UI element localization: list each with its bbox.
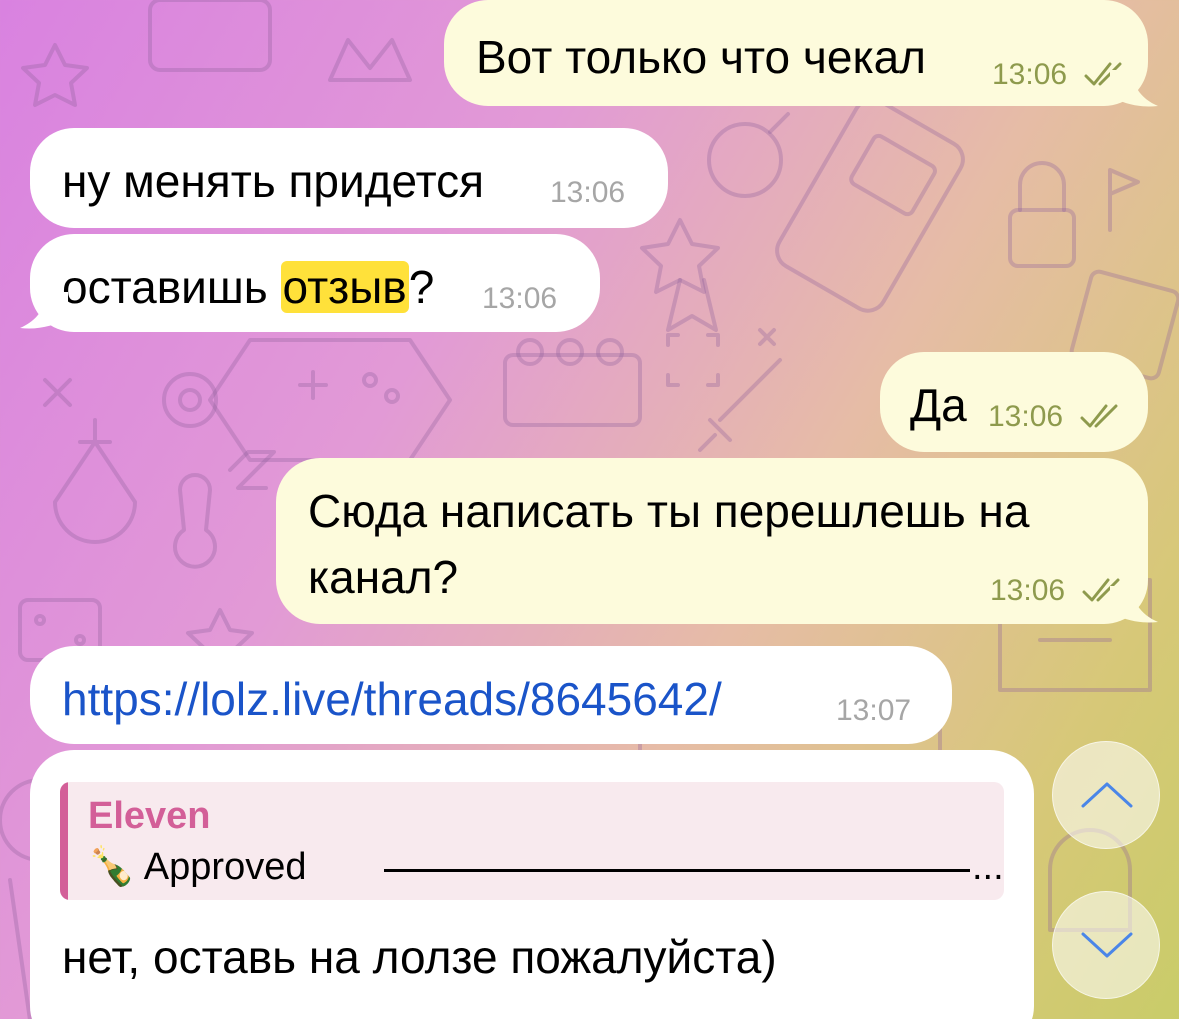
message-text-line-1: Сюда написать ты перешлешь на — [308, 485, 1030, 537]
double-check-icon — [1080, 404, 1118, 428]
message-time: 13:06 — [482, 282, 558, 315]
reply-preview-text: 🍾 Approved — [88, 848, 306, 886]
chevron-up-icon — [1081, 782, 1133, 808]
message-text: оставишь отзыв? — [62, 261, 435, 313]
message-text: Да — [910, 379, 967, 431]
message-bubble-reply[interactable]: Eleven 🍾 Approved ... нет, оставь на лол… — [30, 750, 1034, 1019]
message-time: 13:06 — [550, 176, 626, 209]
message-time: 13:06 — [988, 400, 1064, 433]
message-bubble-outgoing[interactable]: Да 13:06 — [880, 352, 1148, 452]
scroll-down-button[interactable] — [1052, 891, 1160, 999]
reply-divider-line — [384, 869, 970, 872]
chevron-down-icon — [1081, 932, 1133, 958]
message-text-after: ? — [408, 261, 435, 313]
message-time: 13:07 — [836, 694, 912, 727]
message-link[interactable]: https://lolz.live/threads/8645642/ — [62, 676, 722, 722]
message-bubble-incoming[interactable]: https://lolz.live/threads/8645642/ 13:07 — [30, 646, 952, 744]
message-time: 13:06 — [992, 58, 1068, 91]
scroll-up-button[interactable] — [1052, 741, 1160, 849]
message-text-line-2: канал? — [308, 551, 459, 603]
reply-accent-bar — [60, 782, 68, 900]
reply-preview[interactable]: Eleven 🍾 Approved ... — [60, 782, 1004, 900]
bubble-tail — [20, 292, 68, 329]
message-text: нет, оставь на лолзе пожалуйста) — [62, 931, 777, 983]
message-bubble-outgoing[interactable]: Вот только что чекал 13:06 — [444, 0, 1148, 106]
reply-preview-label: Approved — [143, 846, 307, 888]
bubble-tail — [1110, 70, 1158, 107]
message-text: Вот только что чекал — [476, 31, 927, 83]
message-time: 13:06 — [990, 574, 1066, 607]
message-bubble-outgoing[interactable]: Сюда написать ты перешлешь на канал? 13:… — [276, 458, 1148, 624]
reply-author: Eleven — [88, 795, 211, 837]
highlighted-word: отзыв — [280, 261, 409, 313]
message-text-before: оставишь — [62, 261, 281, 313]
message-bubble-incoming[interactable]: ну менять придется 13:06 — [30, 128, 668, 228]
champagne-emoji: 🍾 — [88, 846, 136, 888]
bubble-tail — [1110, 586, 1158, 623]
message-bubble-incoming[interactable]: оставишь отзыв? 13:06 — [30, 234, 600, 332]
message-text: ну менять придется — [62, 155, 485, 207]
reply-ellipsis: ... — [972, 846, 1004, 888]
